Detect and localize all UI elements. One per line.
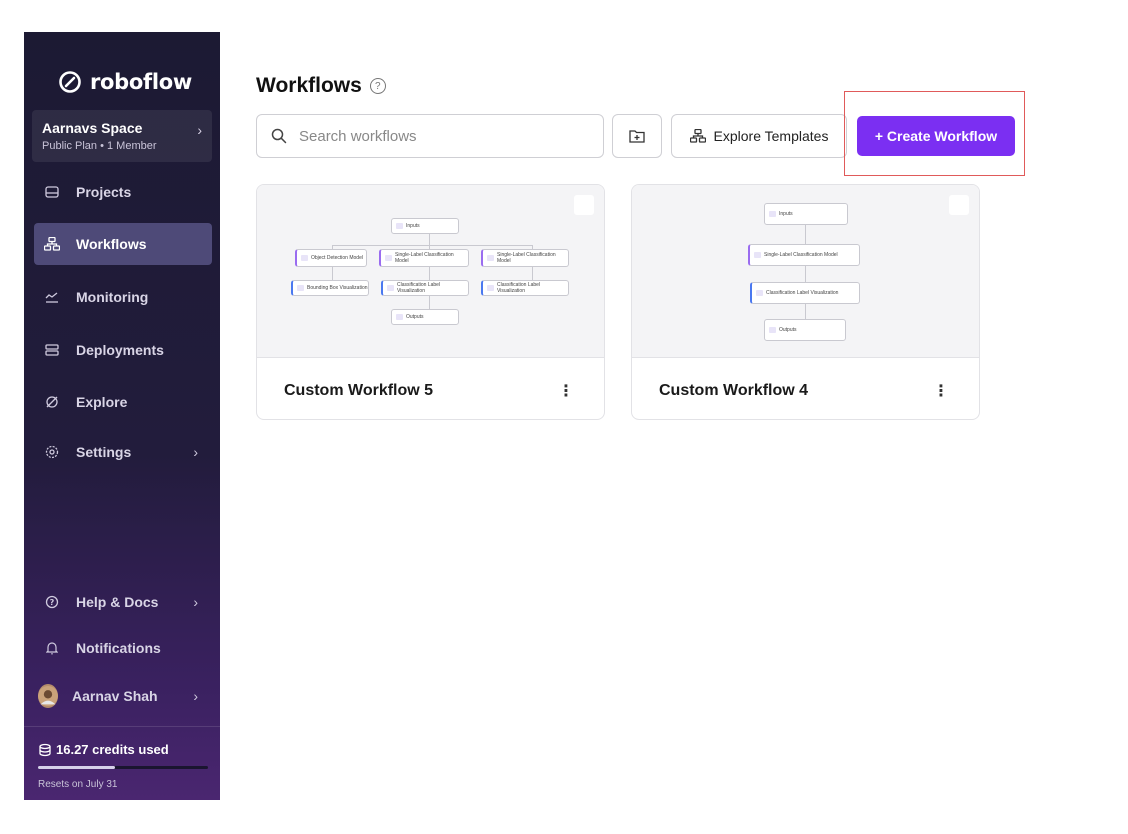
deployments-icon: [42, 340, 62, 360]
sidebar-item-help-docs[interactable]: ? Help & Docs ›: [34, 581, 212, 623]
preview-node-inputs: Inputs: [764, 203, 848, 225]
sidebar-item-label: Settings: [76, 444, 132, 460]
preview-node-visualization: Classification Label Visualization: [481, 280, 569, 296]
preview-node-visualization: Classification Label Visualization: [750, 282, 860, 304]
credits-progress-fill: [38, 766, 115, 769]
credits-progress-bar: [38, 766, 208, 769]
divider: [24, 726, 220, 727]
settings-icon: [42, 442, 62, 462]
credits-reset-date: Resets on July 31: [38, 779, 118, 790]
credits-label: 16.27 credits used: [56, 742, 169, 757]
workspace-switcher[interactable]: Aarnavs Space Public Plan • 1 Member ›: [32, 110, 212, 162]
help-circle-icon[interactable]: ?: [369, 78, 386, 94]
workspace-plan: Public Plan • 1 Member: [42, 140, 157, 152]
preview-edge: [429, 234, 430, 314]
search-input[interactable]: [297, 126, 591, 146]
sidebar-item-notifications[interactable]: Notifications: [34, 627, 212, 669]
page-title-text: Workflows: [256, 74, 362, 97]
roboflow-logo-icon: [59, 71, 81, 93]
highlight-box: [844, 91, 1025, 176]
user-name: Aarnav Shah: [72, 688, 158, 704]
sidebar-item-label: Deployments: [76, 342, 164, 358]
projects-icon: [42, 182, 62, 202]
sidebar-item-settings[interactable]: Settings ›: [34, 431, 212, 473]
sidebar: roboflow Aarnavs Space Public Plan • 1 M…: [24, 32, 220, 800]
sidebar-item-label: Help & Docs: [76, 594, 159, 610]
sidebar-item-monitoring[interactable]: Monitoring: [34, 276, 212, 318]
preview-node-model: Single-Label Classification Model: [379, 249, 469, 267]
folder-plus-icon: [629, 130, 645, 143]
workflow-preview: Inputs Object Detection Model Single-Lab…: [257, 185, 604, 358]
sidebar-item-deployments[interactable]: Deployments: [34, 329, 212, 371]
more-vertical-icon[interactable]: ⋮: [558, 381, 574, 401]
select-checkbox[interactable]: [574, 195, 594, 215]
sidebar-item-label: Monitoring: [76, 289, 149, 305]
sidebar-item-explore[interactable]: Explore: [34, 381, 212, 423]
explore-templates-label: Explore Templates: [713, 128, 829, 144]
preview-node-outputs: Outputs: [391, 309, 459, 325]
more-vertical-icon[interactable]: ⋮: [933, 381, 949, 401]
svg-text:?: ?: [50, 598, 55, 607]
preview-node-visualization: Classification Label Visualization: [381, 280, 469, 296]
workflow-card[interactable]: Inputs Single-Label Classification Model…: [631, 184, 980, 420]
workflow-title: Custom Workflow 5: [284, 382, 434, 399]
brand-name: roboflow: [90, 70, 193, 94]
chevron-right-icon: ›: [197, 122, 202, 138]
chevron-right-icon: ›: [193, 594, 198, 610]
help-icon: ?: [42, 592, 62, 612]
workflow-card[interactable]: Inputs Object Detection Model Single-Lab…: [256, 184, 605, 420]
chevron-right-icon: ›: [193, 688, 198, 704]
preview-edge: [805, 221, 806, 331]
brand-logo[interactable]: roboflow: [58, 70, 192, 94]
workflow-preview: Inputs Single-Label Classification Model…: [632, 185, 979, 358]
preview-node-model: Single-Label Classification Model: [748, 244, 860, 266]
search-icon: [271, 128, 287, 144]
select-checkbox[interactable]: [949, 195, 969, 215]
explore-templates-button[interactable]: Explore Templates: [671, 114, 847, 158]
page-title: Workflows ?: [256, 74, 386, 98]
preview-node-visualization: Bounding Box Visualization: [291, 280, 369, 296]
sidebar-item-label: Workflows: [76, 236, 147, 252]
monitoring-icon: [42, 287, 62, 307]
explore-icon: [42, 392, 62, 412]
workflows-icon: [689, 129, 706, 143]
preview-node-model: Single-Label Classification Model: [481, 249, 569, 267]
preview-edge: [332, 245, 532, 246]
avatar: [38, 684, 58, 708]
user-menu[interactable]: Aarnav Shah ›: [34, 675, 212, 717]
sidebar-item-workflows[interactable]: Workflows: [34, 223, 212, 265]
chevron-right-icon: ›: [193, 444, 198, 460]
sidebar-item-projects[interactable]: Projects: [34, 171, 212, 213]
credits-usage[interactable]: 16.27 credits used: [38, 742, 169, 757]
preview-node-model: Object Detection Model: [295, 249, 367, 267]
sidebar-item-label: Explore: [76, 394, 128, 410]
preview-node-inputs: Inputs: [391, 218, 459, 234]
sidebar-item-label: Projects: [76, 184, 132, 200]
credits-icon: [39, 743, 51, 756]
bell-icon: [42, 638, 62, 658]
preview-node-outputs: Outputs: [764, 319, 846, 341]
workflow-title: Custom Workflow 4: [659, 382, 809, 399]
sidebar-item-label: Notifications: [76, 640, 161, 656]
search-field[interactable]: [256, 114, 604, 158]
workspace-name: Aarnavs Space: [42, 120, 143, 136]
new-folder-button[interactable]: [612, 114, 662, 158]
workflows-icon: [42, 234, 62, 254]
